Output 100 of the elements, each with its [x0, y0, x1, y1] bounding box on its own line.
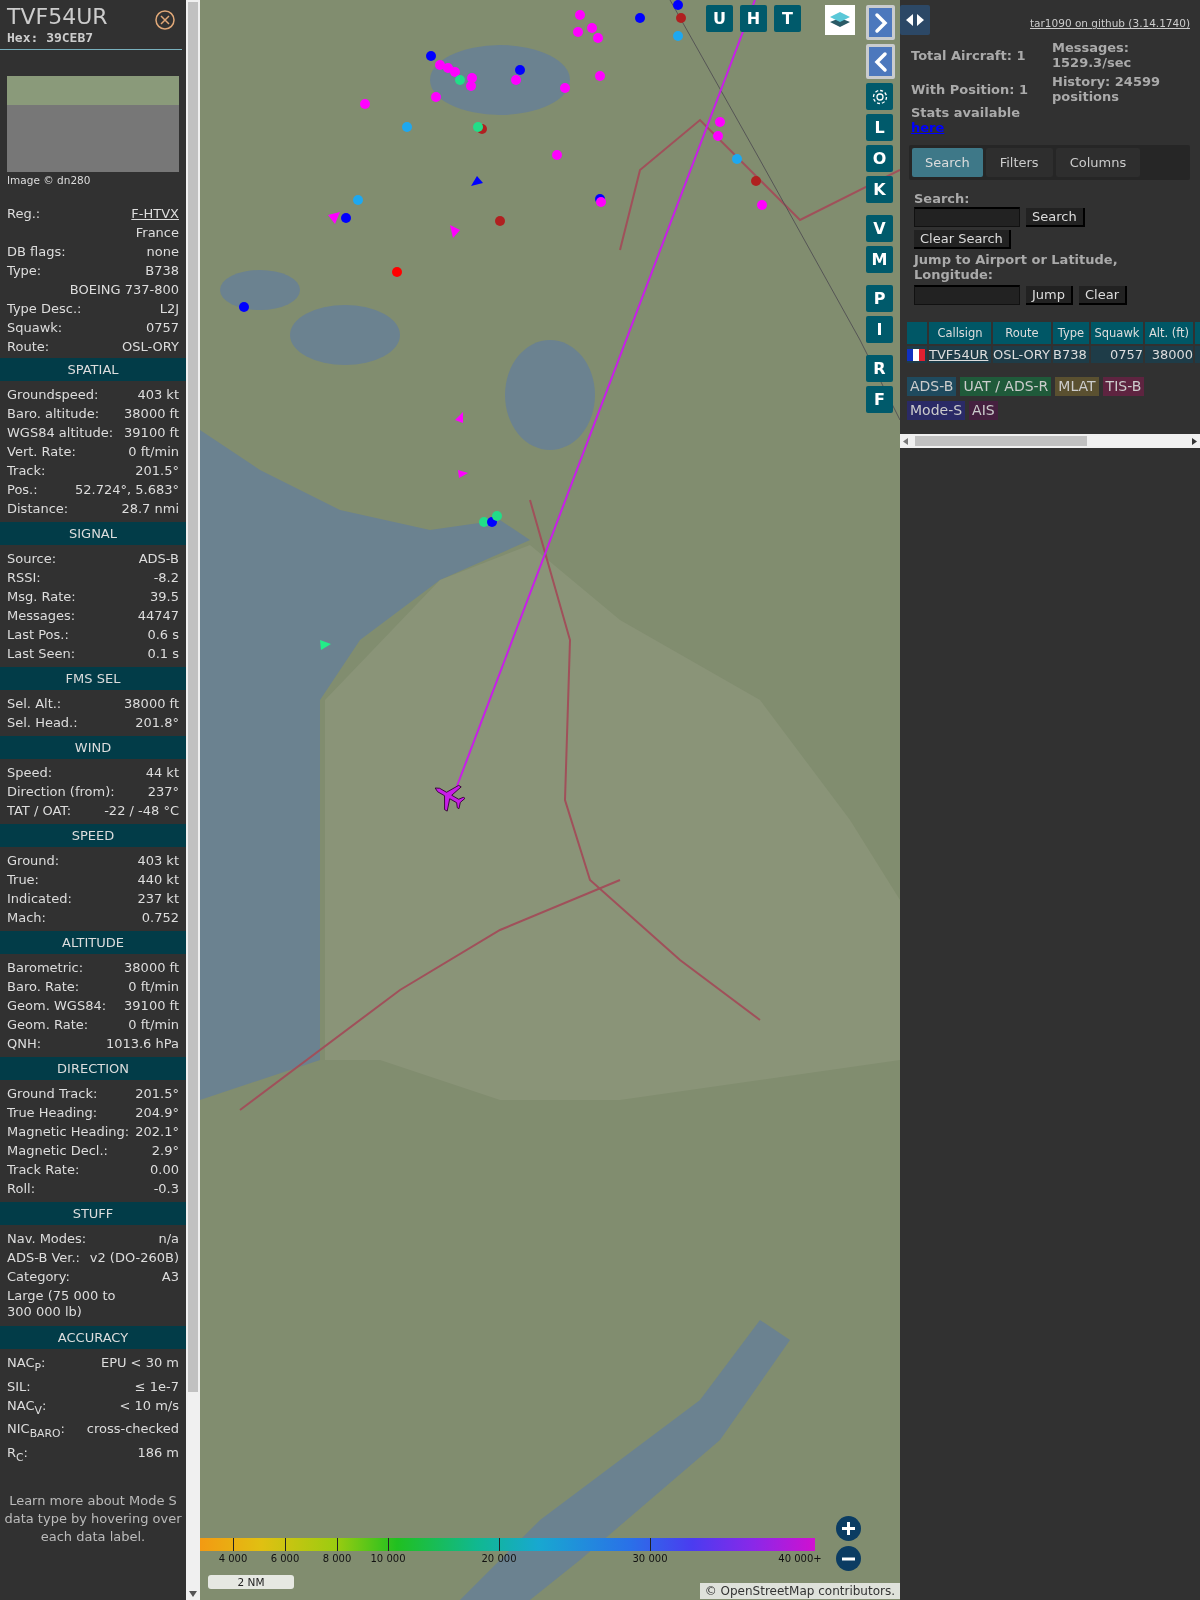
field-value: 2.9° [151, 1142, 179, 1160]
field-value: 0.00 [150, 1161, 179, 1179]
column-header[interactable]: Route [993, 322, 1051, 344]
field-label: Squawk: [7, 319, 63, 337]
collapse-button[interactable] [866, 44, 895, 79]
jump-field[interactable] [914, 285, 1020, 305]
scrollbar-thumb[interactable] [188, 2, 198, 1392]
jump-button[interactable]: Jump [1026, 285, 1073, 305]
field-value: ≤ 1e-7 [134, 1377, 179, 1396]
settings-button[interactable] [866, 83, 893, 110]
scroll-right-icon[interactable] [1192, 438, 1197, 445]
close-icon[interactable] [155, 10, 175, 30]
layers-button[interactable] [825, 5, 855, 35]
scrollbar-thumb[interactable] [915, 436, 1087, 446]
field-value: 237 kt [137, 890, 179, 908]
map-toggle-button[interactable]: L [866, 114, 893, 141]
table-header [907, 322, 927, 344]
field-value: 202.1° [135, 1123, 179, 1141]
field-label: Ground: [7, 852, 60, 870]
panel-tab[interactable]: Search [912, 148, 983, 177]
vertical-scrollbar[interactable] [186, 0, 200, 1600]
map-toggle-button[interactable]: M [866, 246, 893, 273]
table-cell: 0757 [1091, 346, 1143, 363]
clear-search-button[interactable]: Clear Search [914, 230, 1011, 249]
field-value: Large (75 000 to 300 000 lb) [7, 1288, 117, 1320]
chevron-right-icon [873, 11, 888, 34]
flag-icon [907, 348, 925, 361]
field-label: Category: [7, 1268, 70, 1286]
panel-tab[interactable]: Filters [985, 148, 1053, 177]
field-value: 0 ft/min [128, 443, 179, 461]
airplane-icon[interactable] [434, 785, 466, 812]
field-label: Reg.: [7, 205, 41, 223]
section-header: SIGNAL [0, 522, 186, 545]
field-label: DB flags: [7, 243, 66, 261]
panel-tab[interactable]: Columns [1055, 148, 1141, 177]
map-toggle-button[interactable]: H [740, 5, 767, 32]
map-toggle-button[interactable]: U [706, 5, 733, 32]
map-toggle-button[interactable]: T [774, 5, 801, 32]
map-toggle-button[interactable]: I [866, 316, 893, 343]
field-label: Barometric: [7, 959, 84, 977]
field-value: -8.2 [153, 569, 179, 587]
field-label: Last Seen: [7, 645, 76, 663]
search-button[interactable]: Search [1026, 207, 1085, 227]
panel-toggle-button[interactable] [900, 5, 930, 35]
field-label: True Heading: [7, 1104, 98, 1122]
section-header: ALTITUDE [0, 931, 186, 954]
section-header: DIRECTION [0, 1057, 186, 1080]
section-header: WIND [0, 736, 186, 759]
field-value: < 10 m/s [119, 1396, 179, 1415]
expand-button[interactable] [866, 5, 895, 40]
registration-link[interactable]: F-HTVX [131, 204, 179, 223]
field-label: Geom. Rate: [7, 1016, 89, 1034]
field-value: 440 kt [137, 871, 179, 889]
scale-bar: 2 NM [208, 1575, 294, 1589]
map-toggle-button[interactable]: P [866, 285, 893, 312]
table-cell: OSL-ORY [993, 346, 1051, 363]
field-value: 38000 ft [124, 959, 179, 977]
column-header[interactable]: Type [1053, 322, 1089, 344]
map-toggle-button[interactable]: V [866, 215, 893, 242]
field-value: 237° [147, 783, 179, 801]
field-label: Speed: [7, 764, 53, 782]
field-label: Vert. Rate: [7, 443, 76, 461]
horizontal-scrollbar[interactable] [900, 434, 1200, 448]
clear-button[interactable]: Clear [1079, 285, 1127, 305]
altitude-label: 30 000 [632, 1553, 668, 1564]
field-value: 39100 ft [124, 997, 179, 1015]
layers-icon [829, 10, 851, 30]
field-label: Last Pos.: [7, 626, 69, 644]
map-toggle-button[interactable]: K [866, 176, 893, 203]
stat-text: With Position: 1 [911, 81, 1029, 97]
field-value: 0 ft/min [128, 1016, 179, 1034]
field-value: -22 / -48 °C [104, 802, 179, 820]
field-value: 39100 ft [124, 424, 179, 442]
field-label: Pos.: [7, 481, 38, 499]
field-value: cross-checked [86, 1420, 179, 1439]
plus-icon [841, 1521, 856, 1536]
altitude-label: 4 000 [218, 1553, 248, 1564]
field-label: Track Rate: [7, 1161, 80, 1179]
field-label: Nav. Modes: [7, 1230, 87, 1248]
column-header[interactable]: Callsign [929, 322, 991, 344]
field-value: L2J [159, 300, 179, 318]
github-link[interactable]: tar1090 on github (3.14.1740) [1030, 17, 1190, 29]
map-toggle-button[interactable]: F [866, 386, 893, 413]
search-field[interactable] [914, 207, 1020, 227]
field-label: Baro. altitude: [7, 405, 100, 423]
field-value: 201.5° [135, 1085, 179, 1103]
map-toggle-button[interactable]: O [866, 145, 893, 172]
column-header[interactable]: Alt. (ft) [1145, 322, 1193, 344]
field-value: ADS-B [138, 550, 179, 568]
callsign-link[interactable]: TVF54UR [929, 347, 989, 362]
scroll-left-icon[interactable] [903, 438, 908, 445]
altitude-label: 6 000 [270, 1553, 300, 1564]
field-label: Msg. Rate: [7, 588, 76, 606]
column-header[interactable]: Squawk [1091, 322, 1143, 344]
scroll-down-icon[interactable] [189, 1591, 197, 1597]
field-label: Distance: [7, 500, 69, 518]
field-label: R$_{C}$: [7, 1443, 28, 1466]
field-value: 0.752 [141, 909, 179, 927]
field-value: 0757 [145, 319, 179, 337]
map-toggle-button[interactable]: R [866, 355, 893, 382]
